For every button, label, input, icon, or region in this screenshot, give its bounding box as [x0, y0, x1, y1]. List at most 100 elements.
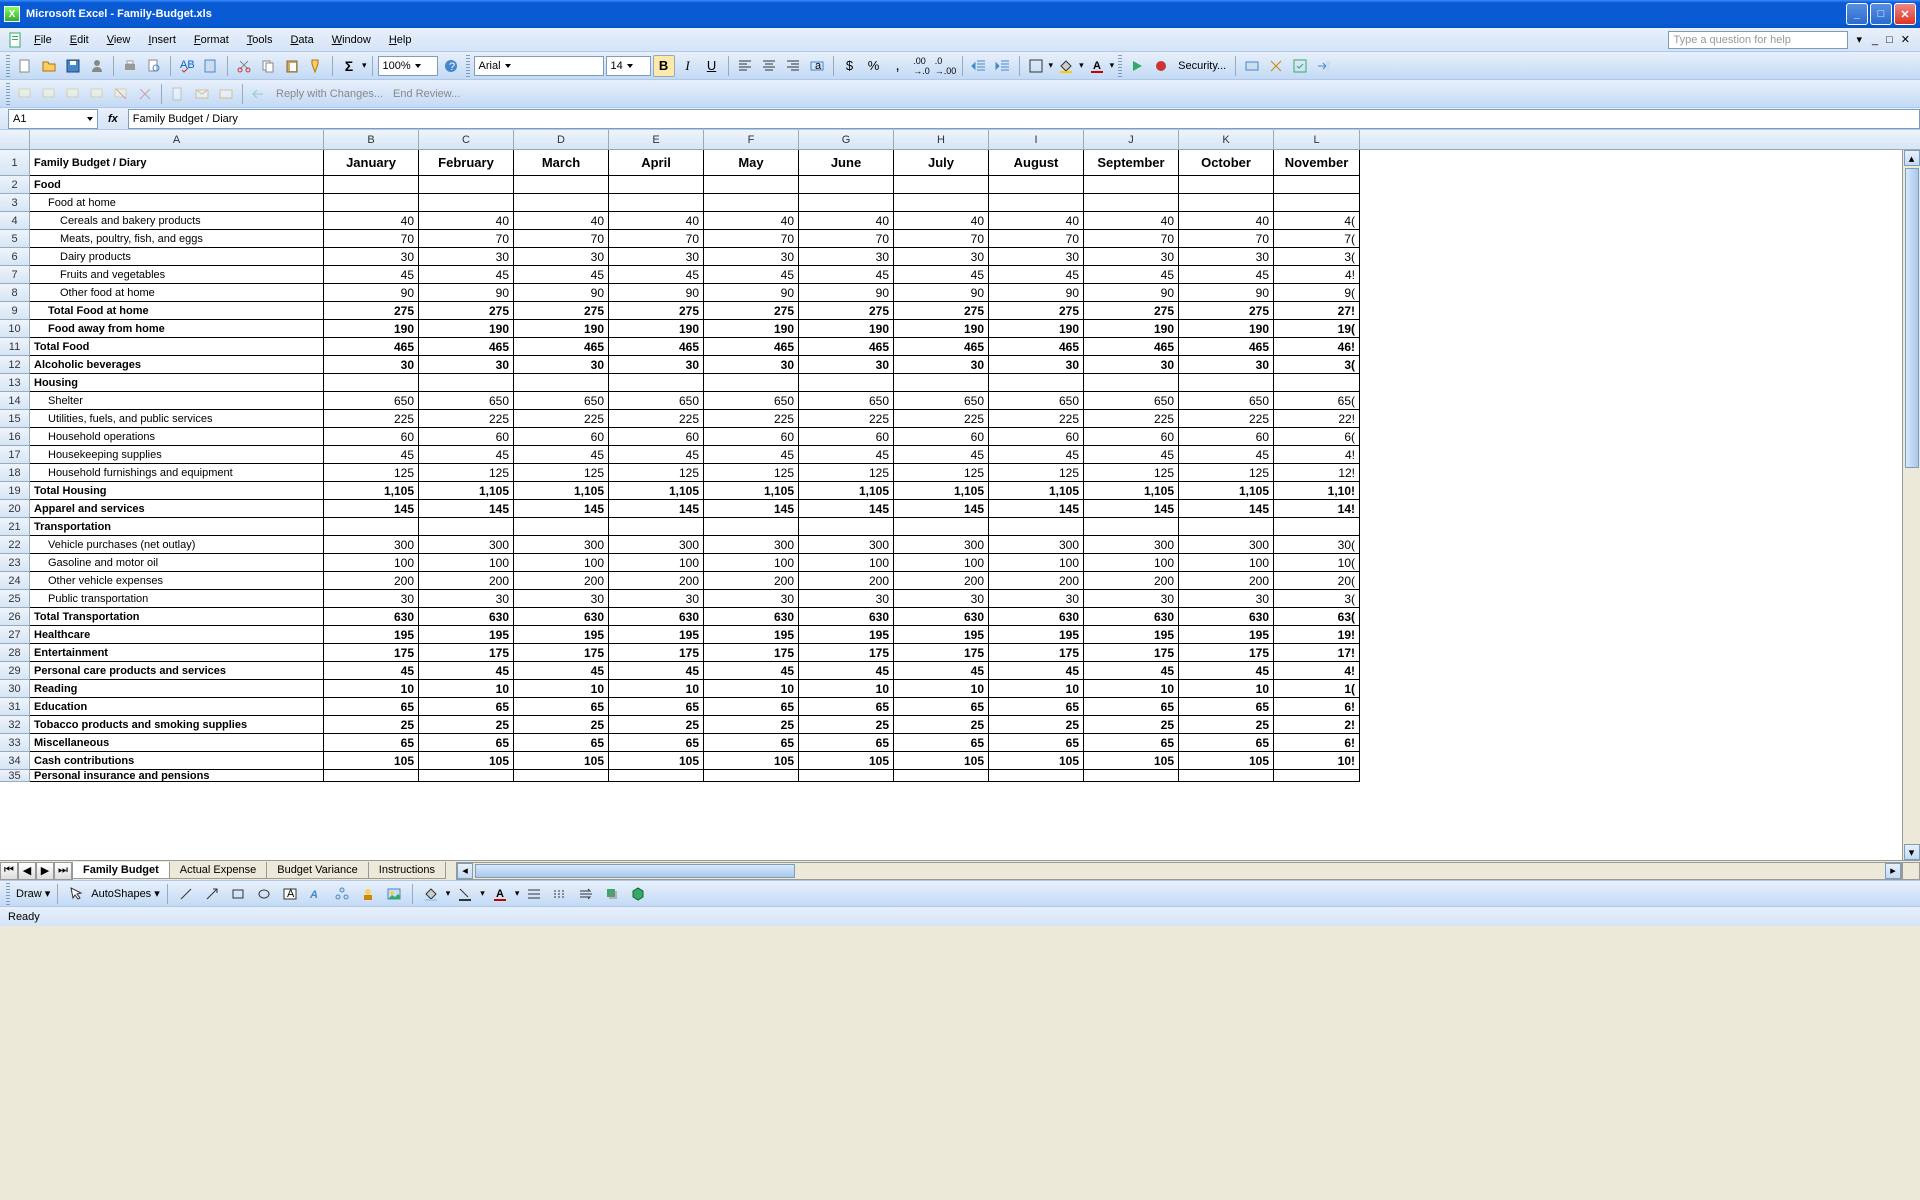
cell[interactable]: 25 — [704, 716, 799, 734]
cell[interactable]: 45 — [324, 662, 419, 680]
cell[interactable]: 190 — [1084, 320, 1179, 338]
cell[interactable]: 195 — [324, 626, 419, 644]
cell[interactable] — [1179, 770, 1274, 782]
cell[interactable]: 630 — [419, 608, 514, 626]
cell[interactable]: 275 — [989, 302, 1084, 320]
row-header[interactable]: 14 — [0, 392, 30, 410]
cell[interactable]: 65 — [324, 698, 419, 716]
fontsize-select[interactable]: 14 — [606, 56, 651, 76]
sheet-tab-family-budget[interactable]: Family Budget — [72, 862, 170, 879]
cell[interactable] — [799, 518, 894, 536]
cell[interactable]: 45 — [1179, 266, 1274, 284]
cell[interactable] — [989, 770, 1084, 782]
cell[interactable]: Alcoholic beverages — [30, 356, 324, 374]
cell[interactable]: 175 — [1084, 644, 1179, 662]
cell[interactable]: May — [704, 150, 799, 176]
cell[interactable] — [1084, 518, 1179, 536]
cell[interactable]: 25 — [514, 716, 609, 734]
cell[interactable]: Cereals and bakery products — [30, 212, 324, 230]
cell[interactable]: 45 — [514, 446, 609, 464]
cell[interactable] — [609, 374, 704, 392]
fill-color-icon[interactable] — [1055, 55, 1077, 77]
align-right-icon[interactable] — [782, 55, 804, 77]
cell[interactable]: 175 — [419, 644, 514, 662]
cell[interactable]: June — [799, 150, 894, 176]
cell[interactable]: 45 — [1084, 662, 1179, 680]
cell[interactable]: 65 — [894, 734, 989, 752]
cell[interactable]: 125 — [799, 464, 894, 482]
cell[interactable]: 275 — [609, 302, 704, 320]
cell[interactable]: 30 — [419, 356, 514, 374]
cell[interactable]: 125 — [989, 464, 1084, 482]
cell[interactable]: 105 — [894, 752, 989, 770]
cell[interactable]: Housing — [30, 374, 324, 392]
cell[interactable]: 45 — [989, 266, 1084, 284]
cell[interactable]: 275 — [894, 302, 989, 320]
cell[interactable]: 30 — [704, 356, 799, 374]
sheet-tab-actual-expense[interactable]: Actual Expense — [169, 862, 267, 879]
cell[interactable]: 175 — [514, 644, 609, 662]
cell[interactable]: 225 — [419, 410, 514, 428]
cell[interactable] — [609, 194, 704, 212]
name-box[interactable]: A1 — [8, 109, 98, 129]
cell[interactable]: Tobacco products and smoking supplies — [30, 716, 324, 734]
save-icon[interactable] — [62, 55, 84, 77]
cell[interactable]: 145 — [1179, 500, 1274, 518]
row-header[interactable]: 10 — [0, 320, 30, 338]
cell[interactable]: 1,105 — [324, 482, 419, 500]
cell[interactable]: 125 — [514, 464, 609, 482]
cell[interactable]: 275 — [324, 302, 419, 320]
select-all-corner[interactable] — [0, 130, 30, 149]
row-header[interactable]: 8 — [0, 284, 30, 302]
cell[interactable]: 90 — [419, 284, 514, 302]
cell[interactable]: 70 — [514, 230, 609, 248]
cell[interactable]: 650 — [514, 392, 609, 410]
cell[interactable] — [609, 770, 704, 782]
cell[interactable]: 650 — [609, 392, 704, 410]
cell[interactable]: 45 — [324, 446, 419, 464]
cell[interactable]: 200 — [1084, 572, 1179, 590]
cell[interactable]: 650 — [704, 392, 799, 410]
cell[interactable]: 125 — [419, 464, 514, 482]
row-header[interactable]: 32 — [0, 716, 30, 734]
cell[interactable]: 275 — [799, 302, 894, 320]
cell[interactable]: 200 — [989, 572, 1084, 590]
cell[interactable]: 1,105 — [609, 482, 704, 500]
cell[interactable]: 45 — [609, 266, 704, 284]
select-objects-icon[interactable] — [65, 883, 87, 905]
cell[interactable]: 300 — [514, 536, 609, 554]
cell[interactable] — [1179, 176, 1274, 194]
cell[interactable] — [1084, 770, 1179, 782]
col-header[interactable]: B — [324, 130, 419, 149]
cell[interactable]: 630 — [1084, 608, 1179, 626]
cell[interactable]: 275 — [704, 302, 799, 320]
cell[interactable]: 175 — [1179, 644, 1274, 662]
toolbar-handle-icon[interactable] — [6, 883, 10, 905]
cell[interactable] — [1179, 518, 1274, 536]
cell[interactable]: Personal insurance and pensions — [30, 770, 324, 782]
paste-icon[interactable] — [281, 55, 303, 77]
arrow-icon[interactable] — [201, 883, 223, 905]
cell[interactable]: 10 — [609, 680, 704, 698]
line-icon[interactable] — [175, 883, 197, 905]
cell[interactable] — [514, 176, 609, 194]
cell[interactable]: 60 — [514, 428, 609, 446]
cell[interactable] — [894, 176, 989, 194]
decrease-decimal-icon[interactable]: .0→.00 — [935, 55, 957, 77]
cell[interactable]: 3( — [1274, 590, 1360, 608]
cell[interactable]: 225 — [704, 410, 799, 428]
cell[interactable]: 200 — [609, 572, 704, 590]
cell[interactable] — [514, 518, 609, 536]
delete-comment-icon[interactable] — [134, 83, 156, 105]
cell[interactable]: 4! — [1274, 266, 1360, 284]
cell[interactable]: Other vehicle expenses — [30, 572, 324, 590]
percent-icon[interactable]: % — [863, 55, 885, 77]
comma-icon[interactable]: , — [887, 55, 909, 77]
clipart-icon[interactable] — [357, 883, 379, 905]
menu-tools[interactable]: Tools — [239, 32, 281, 48]
row-header[interactable]: 16 — [0, 428, 30, 446]
menu-edit[interactable]: Edit — [62, 32, 97, 48]
cell[interactable]: 65 — [419, 698, 514, 716]
cell[interactable]: 195 — [1179, 626, 1274, 644]
cell[interactable]: 60 — [989, 428, 1084, 446]
